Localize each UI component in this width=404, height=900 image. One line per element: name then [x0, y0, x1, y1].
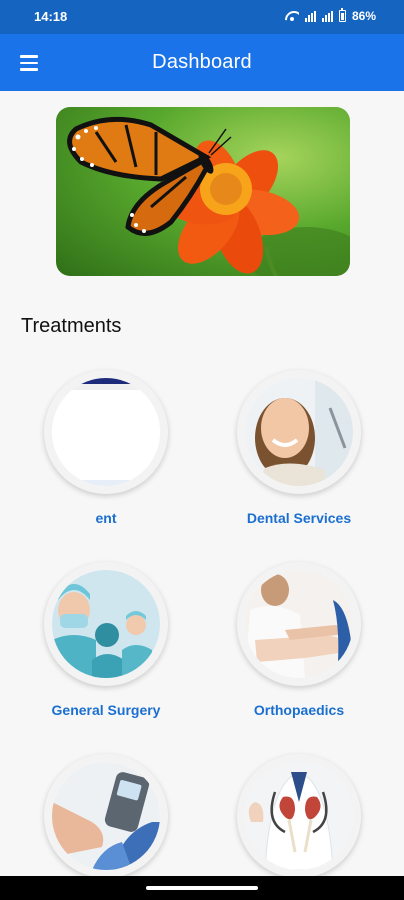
home-gesture-handle[interactable] [146, 886, 258, 890]
treatment-image-frame [44, 562, 168, 686]
battery-level: 86% [351, 9, 376, 23]
treatment-image-frame [237, 754, 361, 878]
treatment-label: Orthopaedics [253, 702, 345, 718]
butterfly-flower-illustration [67, 116, 350, 276]
battery-icon [338, 7, 346, 22]
status-bar: 14:18 86% [0, 0, 404, 34]
treatment-label: ent [95, 510, 117, 526]
status-icons: 86% [285, 7, 376, 23]
orthopaedics-image [245, 570, 353, 678]
app-bar: Dashboard [0, 34, 404, 91]
treatment-image-frame [237, 370, 361, 494]
section-title-treatments: Treatments [21, 315, 122, 337]
status-time: 14:18 [34, 9, 68, 24]
treatment-image-frame [44, 370, 168, 494]
ent-image [52, 378, 160, 486]
dental-image [245, 378, 353, 486]
banner-image [56, 107, 350, 276]
surgery-image [52, 570, 160, 678]
treatment-image-frame [44, 754, 168, 878]
wifi-icon [285, 11, 299, 22]
treatment-label: Dental Services [246, 510, 352, 526]
doctor-kidney-image [245, 762, 353, 870]
treatment-image-frame [237, 562, 361, 686]
signal-icon [304, 10, 316, 22]
signal-icon-2 [321, 10, 333, 22]
treatment-label: General Surgery [51, 702, 161, 718]
page-title: Dashboard [152, 51, 252, 73]
glucose-meter-image [52, 762, 160, 870]
system-nav-bar [0, 876, 404, 900]
